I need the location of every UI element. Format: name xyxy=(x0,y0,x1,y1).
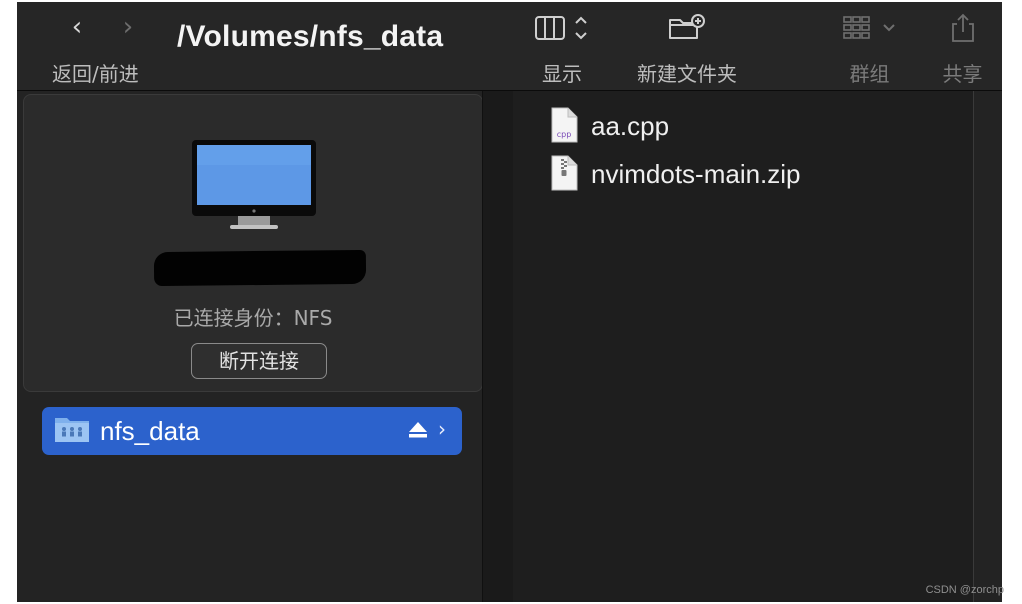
toolbar: ‹ › 返回/前进 /Volumes/nfs_data 显示 新建文件夹 群组 … xyxy=(17,2,1002,91)
group-button[interactable]: 群组 xyxy=(832,10,907,87)
file-name: aa.cpp xyxy=(591,111,670,141)
share-button[interactable]: 共享 xyxy=(935,10,990,87)
sidebar-item-nfs-data[interactable]: nfs_data › xyxy=(42,407,462,455)
finder-window: ‹ › 返回/前进 /Volumes/nfs_data 显示 新建文件夹 群组 … xyxy=(17,2,1002,602)
redacted-server-name xyxy=(153,249,367,287)
file-list: cpp aa.cpp nvimdots-main.zip xyxy=(513,91,973,602)
sidebar-item-label: nfs_data xyxy=(100,416,200,446)
zip-file-icon xyxy=(551,155,578,191)
eject-icon[interactable] xyxy=(408,421,428,439)
chevron-right-icon[interactable]: › xyxy=(438,417,446,441)
forward-chevron-icon[interactable]: › xyxy=(115,12,141,42)
window-title: /Volumes/nfs_data xyxy=(177,20,444,53)
scrollbar[interactable] xyxy=(973,91,1002,602)
cpp-file-icon: cpp xyxy=(551,107,578,143)
columns-view-icon xyxy=(535,16,587,40)
file-name: nvimdots-main.zip xyxy=(591,159,801,189)
new-folder-label: 新建文件夹 xyxy=(637,62,737,86)
computer-monitor-icon xyxy=(192,140,316,229)
watermark: CSDN @zorchp xyxy=(925,584,1004,596)
share-icon xyxy=(951,13,974,42)
svg-text:cpp: cpp xyxy=(557,130,572,139)
group-grid-icon xyxy=(842,16,895,39)
view-label: 显示 xyxy=(542,62,582,86)
view-button[interactable]: 显示 xyxy=(532,10,592,87)
disconnect-button[interactable]: 断开连接 xyxy=(191,343,327,379)
back-chevron-icon[interactable]: ‹ xyxy=(64,12,90,42)
network-folder-icon xyxy=(55,418,89,442)
pane-divider[interactable] xyxy=(482,91,514,602)
group-label: 群组 xyxy=(849,62,890,86)
sidebar: 已连接身份：NFS 断开连接 nfs_data › xyxy=(17,91,483,602)
connection-status: 已连接身份：NFS xyxy=(173,306,333,330)
share-label: 共享 xyxy=(942,62,983,86)
new-folder-button[interactable]: 新建文件夹 xyxy=(627,10,747,87)
nav-label: 返回/前进 xyxy=(52,62,139,86)
new-folder-icon xyxy=(669,14,705,39)
server-card: 已连接身份：NFS 断开连接 xyxy=(23,94,483,392)
